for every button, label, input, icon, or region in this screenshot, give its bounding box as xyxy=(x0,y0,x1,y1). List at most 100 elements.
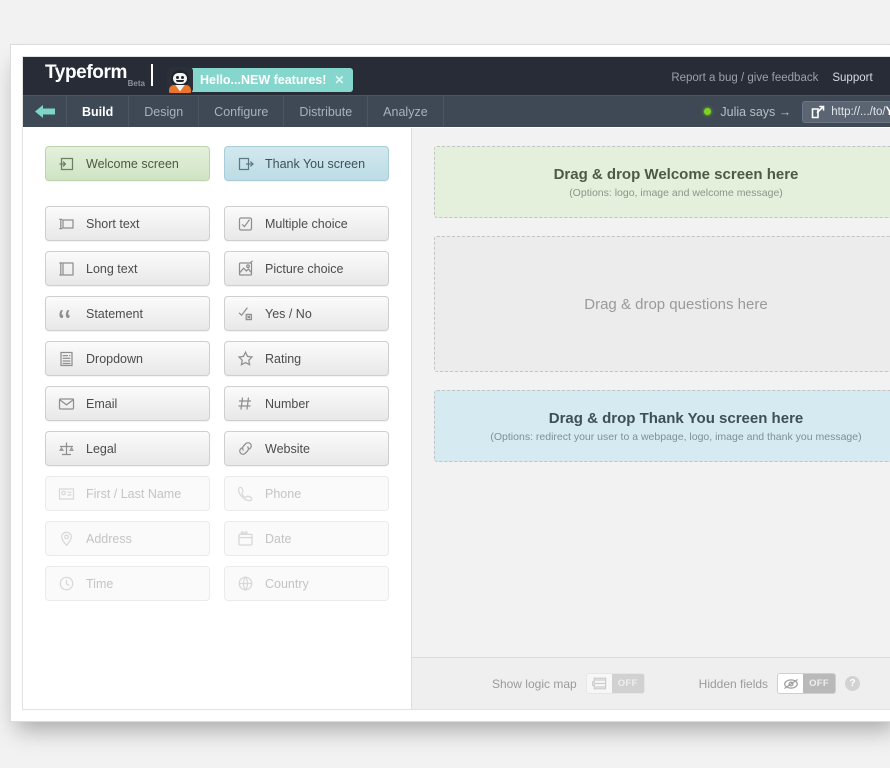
logic-map-state: OFF xyxy=(611,674,644,693)
url-prefix: http://.../to/ xyxy=(831,105,886,118)
multiple-choice-icon xyxy=(237,215,254,232)
open-form-tab[interactable]: Hello...NEW features! ✕ xyxy=(167,64,354,95)
field-button-label: Thank You screen xyxy=(265,156,366,171)
external-link-icon xyxy=(811,105,825,118)
welcome-screen-icon xyxy=(58,155,75,172)
tab-distribute-label: Distribute xyxy=(299,104,353,119)
field-button-date: Date xyxy=(224,521,389,556)
field-button-label: Date xyxy=(265,531,292,546)
hidden-fields-toggle[interactable]: OFF xyxy=(777,673,837,694)
live-status-label: Julia says → xyxy=(720,104,792,119)
field-button-legal[interactable]: Legal xyxy=(45,431,210,466)
name-card-icon xyxy=(58,485,75,502)
hidden-fields-label: Hidden fields xyxy=(698,676,769,691)
tab-build-label: Build xyxy=(82,104,114,119)
close-icon[interactable]: ✕ xyxy=(334,74,344,86)
form-url-button[interactable]: http://.../to/Y8MvgU xyxy=(802,100,890,123)
statement-quote-icon xyxy=(58,305,75,322)
field-button-short-text[interactable]: Short text xyxy=(45,206,210,241)
main-nav-bar: Build Design Configure Distribute Analyz… xyxy=(23,95,890,127)
field-button-email[interactable]: Email xyxy=(45,386,210,421)
field-button-label: Legal xyxy=(86,441,117,456)
app-body: Welcome screen Thank You screen Short text… xyxy=(23,128,890,709)
country-globe-icon xyxy=(237,575,254,592)
thankyou-screen-icon xyxy=(237,155,254,172)
help-question-icon[interactable]: ? xyxy=(845,676,861,691)
hidden-fields-icon xyxy=(778,674,804,693)
field-button-yes-no[interactable]: Yes / No xyxy=(224,296,389,331)
field-button-label: Statement xyxy=(86,306,143,321)
form-tab-label: Hello...NEW features! xyxy=(200,72,327,87)
field-button-phone: Phone xyxy=(224,476,389,511)
url-code: Y8MvgU xyxy=(886,106,890,118)
report-bug-link[interactable]: Report a bug / give feedback xyxy=(671,72,818,84)
field-button-label: Dropdown xyxy=(86,351,143,366)
dropzone-thankyou-screen[interactable]: Drag & drop Thank You screen here (Optio… xyxy=(434,390,890,462)
field-button-label: Picture choice xyxy=(265,261,344,276)
tab-analyze-label: Analyze xyxy=(383,104,428,119)
support-link[interactable]: Support xyxy=(832,72,872,84)
form-canvas-panel: Drag & drop Welcome screen here (Options… xyxy=(412,128,890,709)
field-button-welcome-screen[interactable]: Welcome screen xyxy=(45,146,210,181)
time-clock-icon xyxy=(58,575,75,592)
field-button-label: Country xyxy=(265,576,309,591)
yes-no-icon xyxy=(237,305,254,322)
browser-window-frame: Typeform Beta Hello...NEW features! ✕ Re… xyxy=(10,44,890,722)
field-button-label: Number xyxy=(265,396,310,411)
dropzone-welcome-screen[interactable]: Drag & drop Welcome screen here (Options… xyxy=(434,146,890,218)
short-text-icon xyxy=(58,215,75,232)
tab-build[interactable]: Build xyxy=(67,96,130,127)
header-right-group: Report a bug / give feedback Support jul… xyxy=(671,67,890,88)
field-button-number[interactable]: Number xyxy=(224,386,389,421)
back-arrow-icon[interactable] xyxy=(23,96,67,127)
field-button-picture-choice[interactable]: Picture choice xyxy=(224,251,389,286)
dropzone-thankyou-subtitle: (Options: redirect your user to a webpag… xyxy=(490,430,862,443)
dropzone-welcome-title: Drag & drop Welcome screen here xyxy=(553,165,799,183)
field-palette-panel: Welcome screen Thank You screen Short text… xyxy=(23,128,412,709)
field-button-long-text[interactable]: Long text xyxy=(45,251,210,286)
brand-logo[interactable]: Typeform Beta xyxy=(45,63,153,93)
field-button-thank-you-screen[interactable]: Thank You screen xyxy=(224,146,389,181)
logic-map-label: Show logic map xyxy=(491,676,577,691)
logic-map-group: Show logic map OFF xyxy=(492,673,645,694)
field-button-dropdown[interactable]: Dropdown xyxy=(45,341,210,376)
field-button-label: First / Last Name xyxy=(86,486,182,501)
field-button-country: Country xyxy=(224,566,389,601)
logic-map-toggle[interactable]: OFF xyxy=(585,673,645,694)
rating-star-icon xyxy=(237,350,254,367)
brand-beta-label: Beta xyxy=(127,79,145,88)
field-button-statement[interactable]: Statement xyxy=(45,296,210,331)
field-button-first-last-name: First / Last Name xyxy=(45,476,210,511)
brand-divider xyxy=(151,64,153,86)
canvas-footer: Show logic map OFF Hidden fields OFF ? xyxy=(412,657,890,709)
field-button-label: Welcome screen xyxy=(86,156,179,171)
field-button-label: Yes / No xyxy=(265,306,312,321)
live-status-dot-icon xyxy=(704,108,712,115)
field-button-label: Long text xyxy=(86,261,138,276)
field-button-multiple-choice[interactable]: Multiple choice xyxy=(224,206,389,241)
form-url-text: http://.../to/Y8MvgU xyxy=(831,106,890,118)
field-button-label: Phone xyxy=(265,486,302,501)
tab-distribute[interactable]: Distribute xyxy=(284,96,369,127)
field-button-website[interactable]: Website xyxy=(224,431,389,466)
dropzone-thankyou-title: Drag & drop Thank You screen here xyxy=(548,409,804,427)
field-button-rating[interactable]: Rating xyxy=(224,341,389,376)
mascot-avatar-icon xyxy=(167,66,193,93)
dropzone-questions[interactable]: Drag & drop questions here xyxy=(434,236,890,372)
tab-analyze[interactable]: Analyze xyxy=(368,96,444,127)
field-button-label: Email xyxy=(86,396,118,411)
field-palette-grid: Welcome screen Thank You screen Short text… xyxy=(45,146,389,601)
drop-area: Drag & drop Welcome screen here (Options… xyxy=(412,128,890,657)
field-button-label: Address xyxy=(86,531,132,546)
hidden-fields-group: Hidden fields OFF ? xyxy=(698,673,861,694)
form-tab-pill[interactable]: Hello...NEW features! ✕ xyxy=(184,67,354,92)
number-hash-icon xyxy=(237,395,254,412)
nav-right-group: Julia says → http://.../to/Y8MvgU xyxy=(704,96,890,127)
palette-spacer xyxy=(45,191,389,196)
tab-design[interactable]: Design xyxy=(129,96,200,127)
field-button-label: Rating xyxy=(265,351,302,366)
tab-configure[interactable]: Configure xyxy=(199,96,285,127)
website-link-icon xyxy=(237,440,254,457)
app-header: Typeform Beta Hello...NEW features! ✕ Re… xyxy=(23,57,890,95)
address-pin-icon xyxy=(58,530,75,547)
